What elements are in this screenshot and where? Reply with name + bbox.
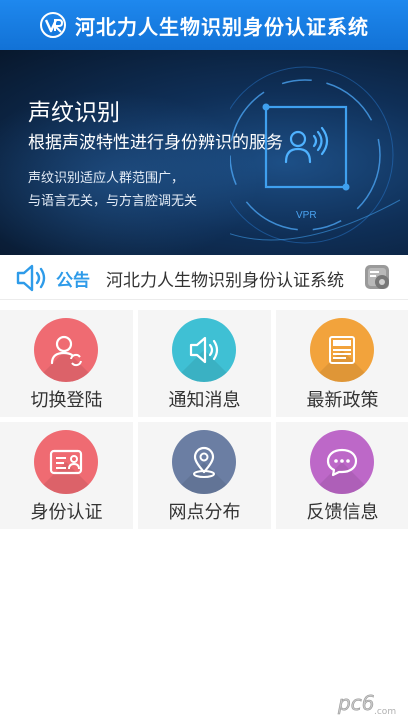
pc6-watermark-logo: pc6 .com: [337, 691, 396, 717]
speaker-icon: [16, 264, 46, 292]
menu-switch-login[interactable]: 切换登陆: [0, 310, 133, 417]
speaker-icon: [172, 318, 236, 382]
menu-label: 身份认证: [30, 502, 103, 523]
user-voice-icon: [284, 126, 329, 164]
app-header: 河北力人生物识别身份认证系统: [0, 0, 408, 50]
menu-latest-policy[interactable]: 最新政策: [276, 310, 408, 417]
announcement-bar[interactable]: 公告 河北力人生物识别身份认证系统: [0, 255, 408, 300]
announcement-text: 河北力人生物识别身份认证系统: [106, 271, 344, 291]
menu-label: 反馈信息: [306, 502, 379, 523]
user-switch-icon: [34, 318, 98, 382]
news-icon: [310, 318, 374, 382]
vpr-label: VPR: [296, 210, 317, 221]
promo-banner[interactable]: 声纹识别 根据声波特性进行身份辨识的服务 声纹识别适应人群范围广， 与语言无关，…: [0, 50, 408, 255]
banner-description-line-1: 声纹识别适应人群范围广，: [28, 171, 185, 186]
settings-icon[interactable]: [363, 263, 391, 291]
svg-text:pc6: pc6: [337, 691, 374, 715]
menu-label: 网点分布: [168, 502, 241, 523]
id-card-icon: [34, 430, 98, 494]
menu-feedback[interactable]: 反馈信息: [276, 422, 408, 529]
chat-bubble-icon: [310, 430, 374, 494]
vr-logo-icon: [40, 12, 66, 38]
banner-heading: 声纹识别: [28, 100, 120, 126]
menu-notifications[interactable]: 通知消息: [138, 310, 271, 417]
app-title: 河北力人生物识别身份认证系统: [75, 14, 369, 39]
app-screen: 河北力人生物识别身份认证系统 声纹识别 根据声波特性进行身份辨识的服务 声纹识别…: [0, 0, 408, 725]
menu-label: 通知消息: [168, 390, 241, 411]
svg-text:.com: .com: [374, 707, 396, 717]
menu-identity-auth[interactable]: 身份认证: [0, 422, 133, 529]
menu-label: 切换登陆: [30, 390, 103, 411]
announcement-label: 公告: [56, 271, 90, 291]
menu-branch-locations[interactable]: 网点分布: [138, 422, 271, 529]
banner-description-line-2: 与语言无关，与方言腔调无关: [28, 194, 198, 209]
location-pin-icon: [172, 430, 236, 494]
voiceprint-graphic: VPR: [230, 66, 401, 244]
menu-label: 最新政策: [306, 390, 379, 411]
